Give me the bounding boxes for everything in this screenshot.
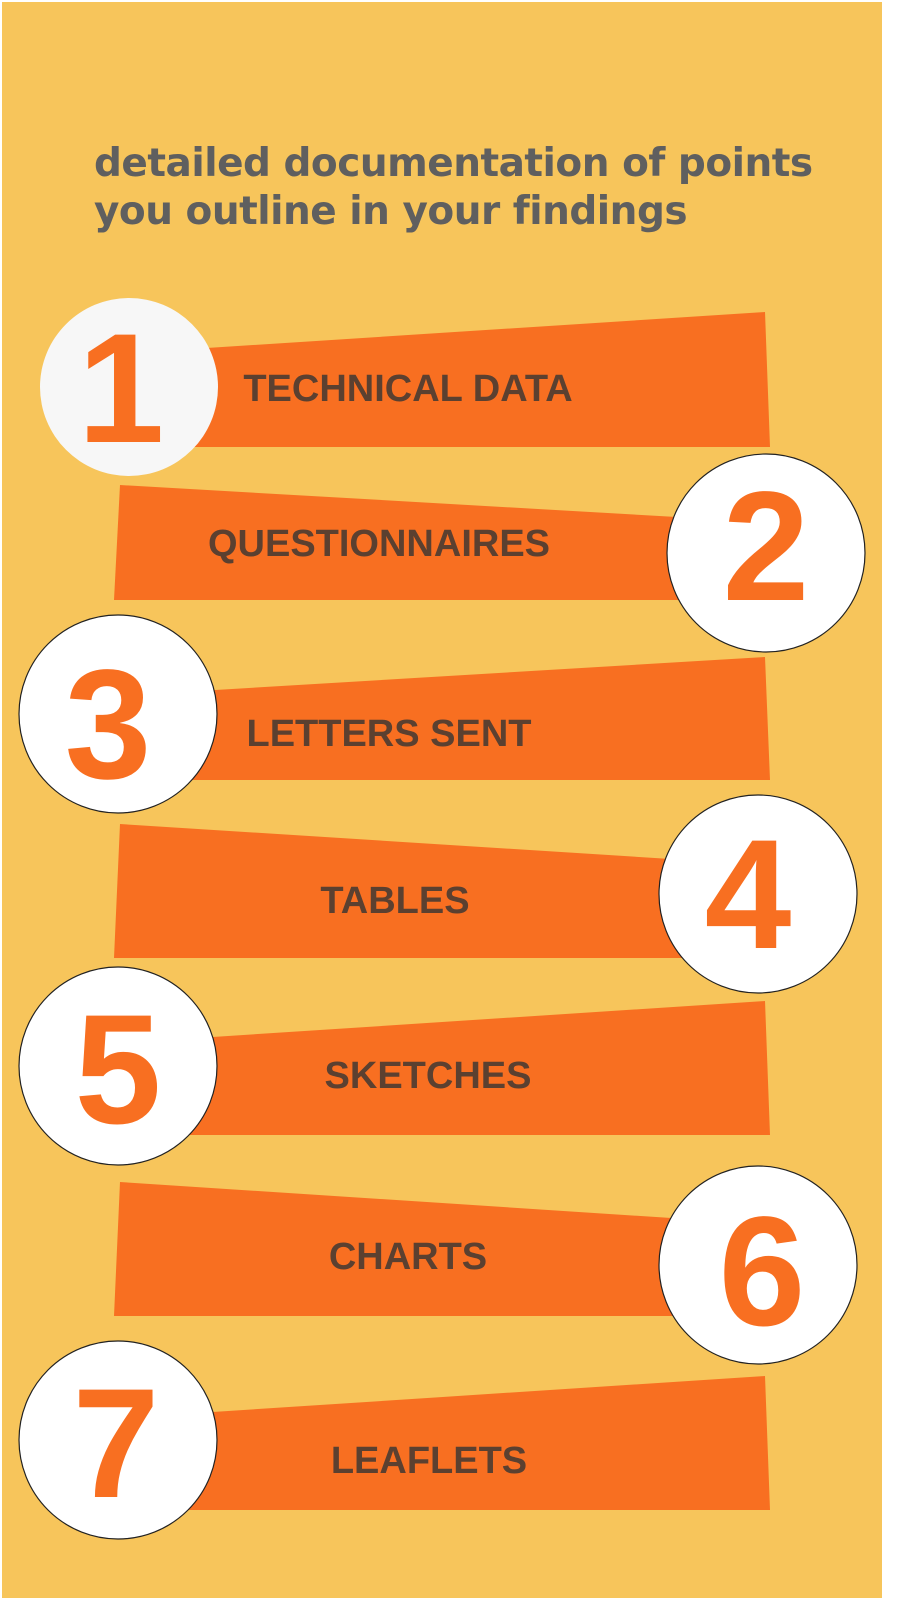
step-6-number: 6 [719,1185,806,1359]
steps-diagram: TECHNICAL DATA 1 QUESTIONNAIRES 2 LETTER… [18,298,866,1540]
step-2-label: QUESTIONNAIRES [208,523,550,565]
step-3-number: 3 [65,638,152,812]
step-5-number: 5 [75,983,162,1157]
step-6: CHARTS 6 [114,1165,858,1365]
step-2-number: 2 [723,460,810,634]
infographic-canvas: detailed documentation of points you out… [2,2,882,1598]
step-1-label: TECHNICAL DATA [243,368,572,410]
step-3-label: LETTERS SENT [246,713,531,755]
step-6-label: CHARTS [329,1236,487,1278]
step-4-label: TABLES [320,880,469,922]
step-1: TECHNICAL DATA 1 [40,298,770,476]
step-3: LETTERS SENT 3 [18,614,770,814]
step-5: SKETCHES 5 [18,966,770,1166]
step-7-number: 7 [73,1357,160,1531]
step-7-label: LEAFLETS [331,1440,527,1482]
step-2: QUESTIONNAIRES 2 [114,453,866,653]
step-7: LEAFLETS 7 [18,1340,770,1540]
step-1-number: 1 [78,302,165,476]
step-5-label: SKETCHES [325,1055,532,1097]
step-4: TABLES 4 [114,794,858,994]
step-4-number: 4 [705,808,792,982]
